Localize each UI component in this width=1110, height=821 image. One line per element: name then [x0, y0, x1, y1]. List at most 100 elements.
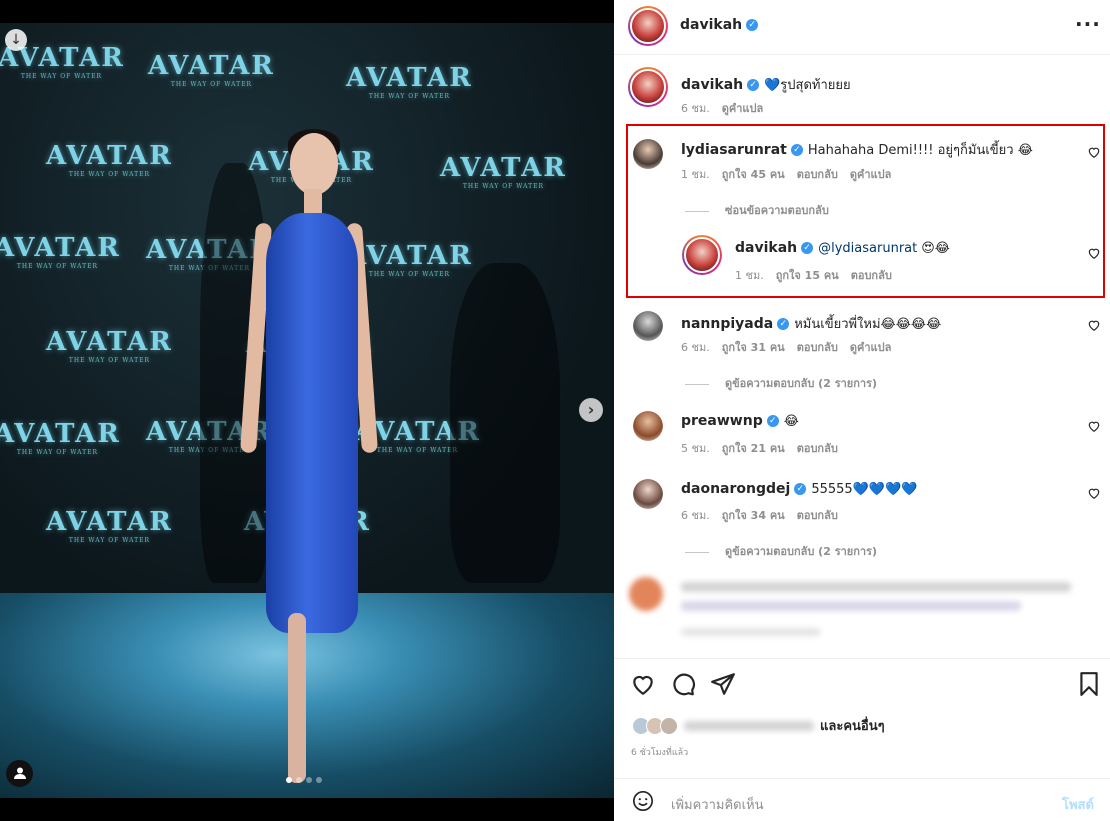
- comment-text: 55555💙💙💙💙: [811, 482, 918, 497]
- caption-avatar[interactable]: [628, 67, 668, 107]
- comment-icon[interactable]: [670, 671, 696, 697]
- carousel-dots: [286, 777, 322, 783]
- comment-meta: 6 ชม. ถูกใจ 31 คน ตอบกลับ ดูคำแปล: [681, 338, 903, 356]
- comment-likes[interactable]: ถูกใจ 31 คน: [722, 341, 785, 354]
- avatar-image: [633, 311, 663, 341]
- backdrop-logo: AVATARTHE WAY OF WATER: [46, 327, 173, 364]
- reply-likes[interactable]: ถูกใจ 15 คน: [776, 269, 839, 282]
- view-replies-button[interactable]: ดูข้อความตอบกลับ (2 รายการ): [685, 374, 877, 392]
- neck: [304, 189, 322, 215]
- comment-meta: 6 ชม. ถูกใจ 34 คน ตอบกลับ: [681, 506, 850, 524]
- mention-link[interactable]: @lydiasarunrat: [818, 241, 917, 256]
- like-comment-icon[interactable]: [1087, 486, 1101, 500]
- add-comment-bar: เพิ่มความคิดเห็น โพสต์: [614, 778, 1110, 821]
- reply-button[interactable]: ตอบกลับ: [797, 341, 838, 354]
- comment-likes[interactable]: ถูกใจ 34 คน: [722, 509, 785, 522]
- like-comment-icon[interactable]: [1087, 318, 1101, 332]
- verified-icon: ✓: [747, 79, 760, 91]
- like-comment-icon[interactable]: [1087, 246, 1101, 260]
- comment-line: preawwnp ✓ 😂: [681, 413, 799, 429]
- blurred-meta: [681, 628, 821, 636]
- more-options-icon[interactable]: ···: [1075, 12, 1101, 36]
- comment-text: หมันเขี้ยวพี่ใหม่😂😂😂😂: [794, 317, 942, 332]
- tagged-user-icon[interactable]: [6, 760, 33, 787]
- comment-time: 6 ชม.: [681, 341, 710, 354]
- face: [290, 133, 338, 195]
- comment-username[interactable]: lydiasarunrat: [681, 142, 787, 158]
- avatar-image: [633, 139, 663, 169]
- comment-time: 6 ชม.: [681, 509, 710, 522]
- add-comment-input[interactable]: เพิ่มความคิดเห็น: [671, 794, 764, 815]
- post-photo[interactable]: AVATAR THE WAY OF WATER AVATAR THE WAY OF …: [0, 23, 614, 798]
- reply-username[interactable]: davikah: [735, 240, 797, 256]
- carousel-dot: [296, 777, 302, 783]
- post-comment-button[interactable]: โพสต์: [1062, 794, 1094, 815]
- see-translation-link[interactable]: ดูคำแปล: [722, 102, 764, 115]
- save-bookmark-icon[interactable]: [1076, 671, 1102, 697]
- comment-avatar: [629, 577, 663, 611]
- see-translation-link[interactable]: ดูคำแปล: [850, 168, 892, 181]
- verified-icon: ✓: [794, 483, 807, 495]
- emoji-icon[interactable]: [632, 790, 654, 812]
- author-username[interactable]: davikah ✓: [680, 17, 759, 33]
- liker-avatar: [660, 716, 678, 735]
- see-translation-link[interactable]: ดูคำแปล: [850, 341, 892, 354]
- person-figure: [228, 129, 388, 783]
- backdrop-logo: AVATARTHE WAY OF WATER: [346, 63, 473, 100]
- backdrop-logo: AVATARTHE WAY OF WATER: [440, 153, 567, 190]
- like-comment-icon[interactable]: [1087, 419, 1101, 433]
- avatar-image: [630, 69, 666, 105]
- reply-meta: 1 ชม. ถูกใจ 15 คน ตอบกลับ: [735, 266, 904, 284]
- reply-time: 1 ชม.: [735, 269, 764, 282]
- comment-avatar[interactable]: [633, 479, 663, 509]
- reply-button[interactable]: ตอบกลับ: [797, 509, 838, 522]
- comment-avatar[interactable]: [633, 411, 663, 441]
- reply-button[interactable]: ตอบกลับ: [797, 442, 838, 455]
- verified-icon: ✓: [777, 318, 790, 330]
- carousel-dot: [316, 777, 322, 783]
- app-root: AVATAR THE WAY OF WATER AVATAR THE WAY OF …: [0, 0, 1110, 821]
- comment-line: daonarongdej ✓ 55555💙💙💙💙: [681, 481, 917, 497]
- verified-icon: ✓: [790, 144, 803, 156]
- backdrop-logo: AVATARTHE WAY OF WATER: [46, 141, 173, 178]
- post-timestamp: 6 ชั่วโมงที่แล้ว: [631, 748, 689, 758]
- comment-line: nannpiyada ✓ หมันเขี้ยวพี่ใหม่😂😂😂😂: [681, 313, 941, 334]
- reply-button[interactable]: ตอบกลับ: [797, 168, 838, 181]
- verified-icon: ✓: [801, 242, 814, 254]
- caption-username[interactable]: davikah: [681, 77, 743, 93]
- like-icon[interactable]: [630, 671, 656, 697]
- post-header: davikah ✓ ···: [614, 0, 1110, 55]
- backdrop-logo: AVATARTHE WAY OF WATER: [148, 51, 275, 88]
- comment-time: 5 ชม.: [681, 442, 710, 455]
- comment-username[interactable]: nannpiyada: [681, 316, 773, 332]
- avatar-image: [633, 411, 663, 441]
- comment-likes[interactable]: ถูกใจ 21 คน: [722, 442, 785, 455]
- others-label[interactable]: และคนอื่นๆ: [820, 715, 885, 736]
- view-replies-button[interactable]: ดูข้อความตอบกลับ (2 รายการ): [685, 542, 877, 560]
- wall-shadow: [450, 263, 560, 583]
- likes-summary[interactable]: และคนอื่นๆ: [632, 715, 885, 736]
- author-avatar[interactable]: [628, 6, 668, 46]
- blurred-liker-names: [684, 720, 814, 731]
- comment-username[interactable]: daonarongdej: [681, 481, 790, 497]
- caption-meta: 6 ชม. ดูคำแปล: [681, 99, 775, 117]
- comment-text: 😂: [783, 414, 799, 429]
- reply-avatar[interactable]: [682, 235, 722, 275]
- post-side-panel: davikah ✓ ··· davikah ✓ 💙รูปสุดท้ายยย 6 ชม.…: [614, 0, 1110, 821]
- hide-replies-button[interactable]: ซ่อนข้อความตอบกลับ: [685, 201, 829, 219]
- comment-likes[interactable]: ถูกใจ 45 คน: [722, 168, 785, 181]
- download-icon[interactable]: ↓: [5, 29, 27, 51]
- divider: [685, 210, 709, 212]
- reply-button[interactable]: ตอบกลับ: [851, 269, 892, 282]
- comment-avatar[interactable]: [633, 311, 663, 341]
- divider: [685, 551, 709, 553]
- backdrop-logo: AVATARTHE WAY OF WATER: [46, 507, 173, 544]
- blue-dress: [266, 213, 358, 633]
- share-icon[interactable]: [710, 671, 736, 697]
- carousel-dot: [306, 777, 312, 783]
- next-image-button[interactable]: ›: [579, 398, 603, 422]
- comment-username[interactable]: preawwnp: [681, 413, 763, 429]
- caption-text: 💙รูปสุดท้ายยย: [764, 78, 851, 93]
- like-comment-icon[interactable]: [1087, 145, 1101, 159]
- comment-avatar[interactable]: [633, 139, 663, 169]
